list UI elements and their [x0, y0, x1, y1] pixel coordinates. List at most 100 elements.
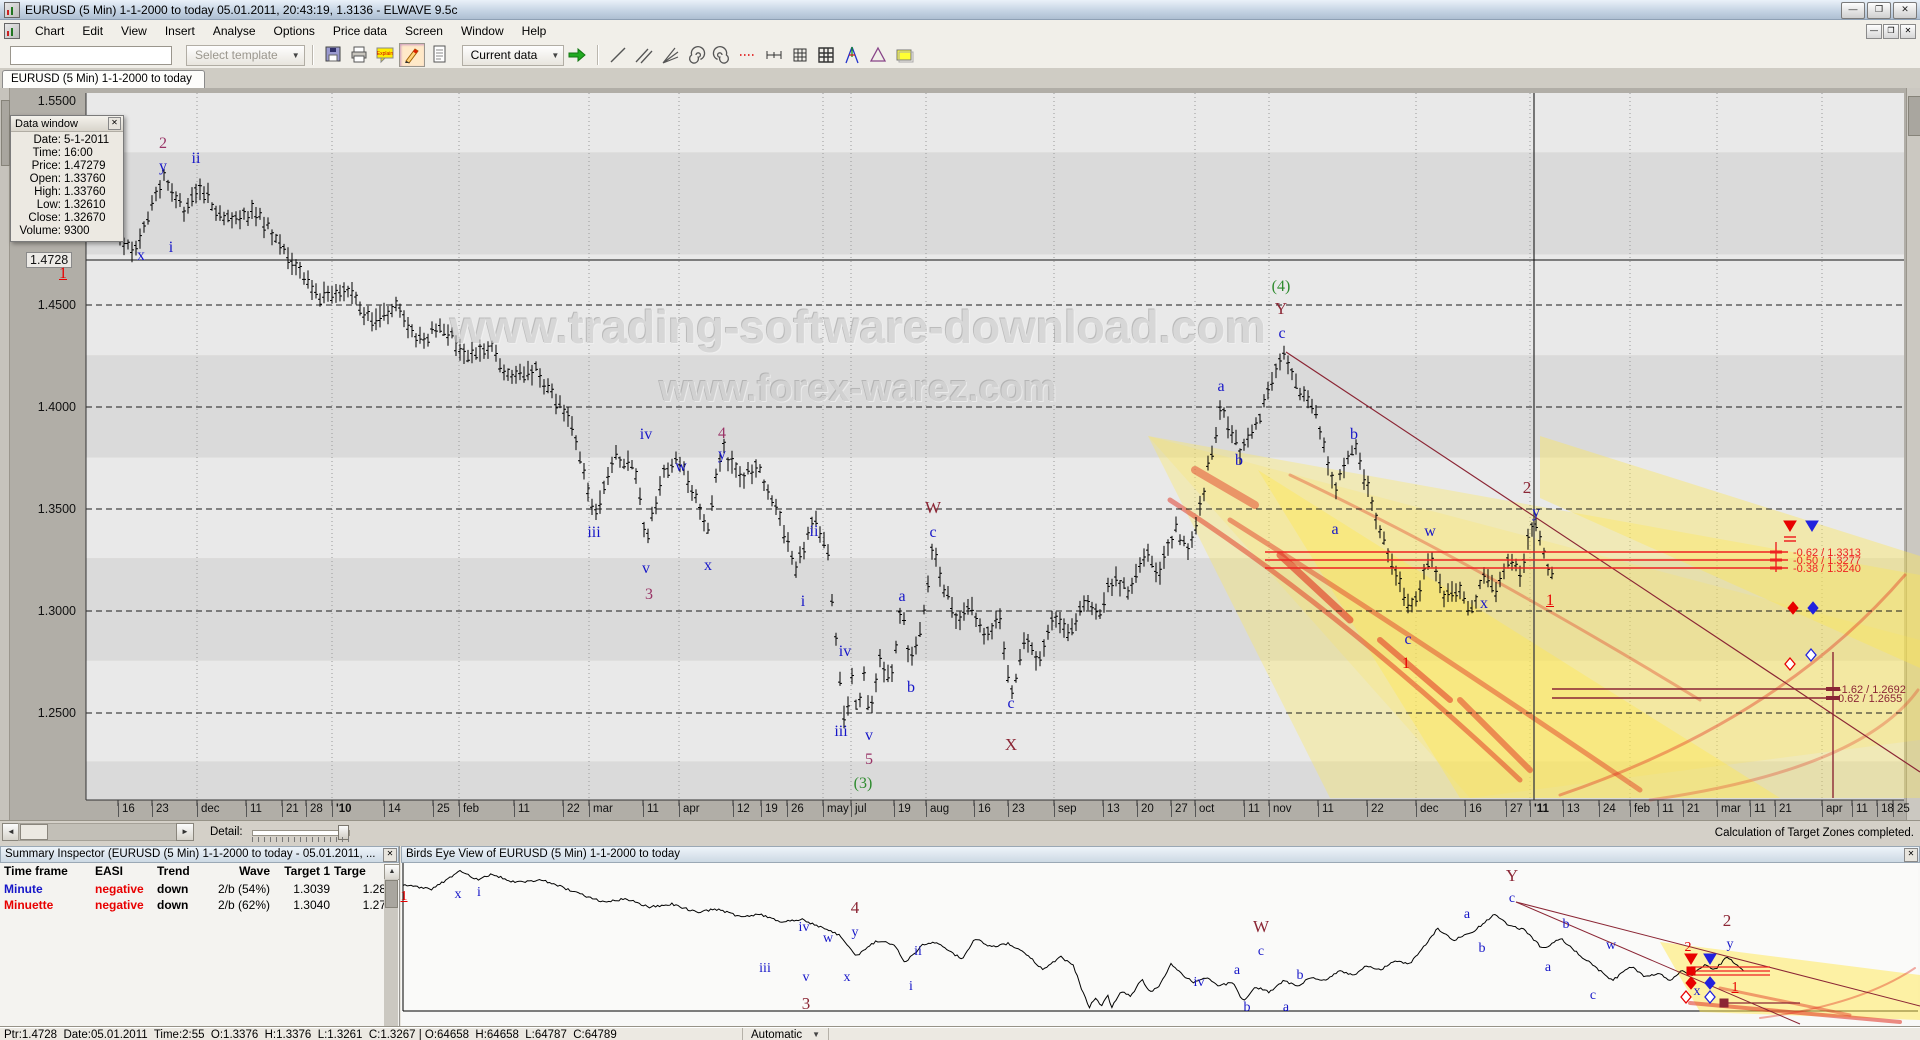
summary-cell-target2: 1.27: [334, 898, 386, 912]
birdseye-wave-label: b: [1563, 918, 1570, 932]
wave-label: iii: [587, 526, 600, 540]
spiral-ccw-button[interactable]: [710, 44, 734, 66]
menu-item-options[interactable]: Options: [265, 21, 324, 41]
child-minimize-button[interactable]: —: [1866, 24, 1882, 39]
table-row[interactable]: Minutenegativedown2/b (54%)1.30391.28: [0, 882, 399, 898]
fan-lines-button[interactable]: [658, 44, 682, 66]
summary-vertical-scrollbar-thumb[interactable]: [385, 880, 398, 908]
chart-tab[interactable]: EURUSD (5 Min) 1-1-2000 to today: [2, 70, 205, 88]
current-data-dropdown[interactable]: Current data ▼: [462, 45, 565, 66]
mode-dropdown[interactable]: Automatic ▼: [742, 1028, 829, 1040]
parallel-lines-button[interactable]: [632, 44, 656, 66]
pitchfork-button[interactable]: [840, 44, 864, 66]
fib-dotted-line-button[interactable]: [736, 44, 760, 66]
data-window-titlebar[interactable]: Data window ✕: [11, 116, 123, 132]
birds-eye-close-icon[interactable]: ✕: [1904, 848, 1918, 862]
y-axis-label: 1.3000: [4, 604, 76, 618]
x-axis-label: 11: [1852, 803, 1868, 817]
menu-item-edit[interactable]: Edit: [73, 21, 112, 41]
wave-label: b: [907, 681, 915, 695]
grid-button[interactable]: [788, 44, 812, 66]
x-axis-label: 13: [1563, 803, 1580, 817]
template-name-box[interactable]: [10, 46, 172, 65]
menu-item-analyse[interactable]: Analyse: [204, 21, 265, 41]
measure-ruler-button[interactable]: [762, 44, 786, 66]
detail-slider[interactable]: [252, 830, 350, 836]
birdseye-wave-label: a: [1234, 964, 1240, 978]
y-axis-label: 1.2500: [4, 706, 76, 720]
trend-line-button[interactable]: [606, 44, 630, 66]
data-window-field-value: 1.33760: [61, 173, 106, 186]
highlighter-button[interactable]: [399, 43, 425, 67]
x-axis-label: 21: [1775, 803, 1792, 817]
minimize-button[interactable]: —: [1841, 2, 1865, 19]
menu-item-price-data[interactable]: Price data: [324, 21, 396, 41]
x-axis-label: 11: [1244, 803, 1260, 817]
grid-icon: [790, 45, 810, 65]
child-restore-button[interactable]: ❐: [1883, 24, 1899, 39]
data-window-row: Time:16:00: [11, 147, 121, 160]
summary-close-icon[interactable]: ✕: [383, 848, 397, 862]
x-axis-label: aug: [926, 803, 949, 817]
document-icon: [4, 23, 20, 39]
data-window-row: Open:1.33760: [11, 173, 121, 186]
wave-label: a: [898, 590, 905, 604]
triangle-button[interactable]: [866, 44, 890, 66]
data-window[interactable]: Data window ✕ Date:5-1-2011Time:16:00Pri…: [10, 115, 124, 242]
chart-vertical-scrollbar-thumb[interactable]: [1908, 96, 1920, 136]
menu-item-help[interactable]: Help: [513, 21, 556, 41]
menu-item-insert[interactable]: Insert: [156, 21, 204, 41]
x-axis-label: '11: [1530, 803, 1549, 817]
wave-label: 1: [1546, 594, 1554, 608]
detail-label: Detail:: [210, 826, 243, 838]
x-axis-label: 20: [1137, 803, 1154, 817]
summary-cell-timeframe: Minuette: [4, 898, 53, 912]
x-axis-label: apr: [1822, 803, 1843, 817]
summary-table-header[interactable]: Time frameEASITrendWaveTarget 1Targe: [0, 864, 399, 880]
x-axis-label: dec: [197, 803, 220, 817]
detail-slider-ticks: [252, 837, 350, 842]
scroll-right-arrow-icon[interactable]: ►: [176, 823, 194, 841]
child-close-button[interactable]: ✕: [1900, 24, 1916, 39]
x-axis-label: apr: [679, 803, 700, 817]
save-button[interactable]: [321, 43, 345, 65]
chart-horizontal-scrollbar-thumb[interactable]: [20, 824, 48, 840]
pitchfork-icon: [842, 45, 862, 65]
print-button[interactable]: [347, 43, 371, 65]
svg-text:Explain: Explain: [376, 51, 393, 57]
chart-hscroll-row: ◄ ► Detail: Calculation of Target Zones …: [0, 820, 1920, 845]
left-splitter-thumb[interactable]: [1, 100, 10, 166]
sort-ascending-icon[interactable]: ▲: [384, 864, 400, 880]
fixed-grid-button[interactable]: [814, 44, 838, 66]
x-axis-label: feb: [1630, 803, 1650, 817]
menu-item-screen[interactable]: Screen: [396, 21, 452, 41]
x-axis-label: 22: [1367, 803, 1384, 817]
rectangle-button[interactable]: [892, 44, 916, 66]
explain-button[interactable]: Explain: [373, 43, 397, 65]
menu-item-view[interactable]: View: [112, 21, 156, 41]
birdseye-wave-label: 3: [802, 997, 811, 1011]
save-icon: [323, 44, 343, 64]
wave-label: c: [1404, 633, 1411, 647]
data-window-field-value: 1.47279: [61, 160, 106, 173]
run-analysis-button[interactable]: [565, 44, 589, 66]
data-window-row: High:1.33760: [11, 186, 121, 199]
summary-cell-easi: negative: [95, 898, 144, 912]
data-window-field-value: 1.32610: [61, 199, 106, 212]
wave-label: (3): [854, 777, 873, 791]
birdseye-wave-label: w: [1606, 939, 1616, 953]
menu-item-chart[interactable]: Chart: [26, 21, 73, 41]
report-button[interactable]: [427, 43, 451, 65]
data-window-close-icon[interactable]: ✕: [108, 117, 121, 130]
select-template-dropdown[interactable]: Select template ▼: [186, 45, 305, 66]
x-axis-label: 11: [1658, 803, 1674, 817]
wave-label: x: [704, 559, 712, 573]
spiral-cw-button[interactable]: [684, 44, 708, 66]
maximize-button[interactable]: ❐: [1867, 2, 1891, 19]
close-button[interactable]: ✕: [1893, 2, 1917, 19]
summary-cell-trend: down: [157, 882, 188, 896]
chart-vertical-scrollbar[interactable]: [1906, 88, 1920, 820]
table-row[interactable]: Minuettenegativedown2/b (62%)1.30401.27: [0, 898, 399, 914]
wave-label: c: [1278, 327, 1285, 341]
menu-item-window[interactable]: Window: [452, 21, 513, 41]
